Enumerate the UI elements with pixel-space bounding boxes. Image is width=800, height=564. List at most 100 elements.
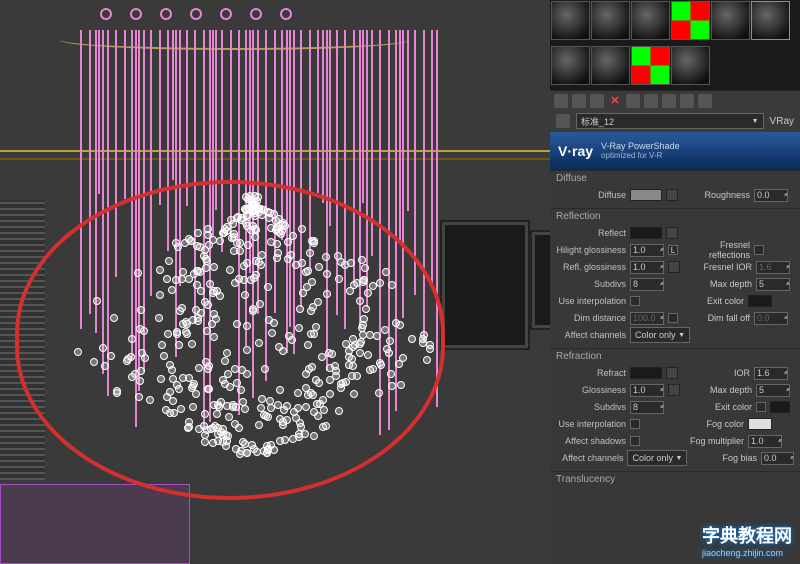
affect-label: Affect channels [556, 453, 623, 463]
material-slot[interactable] [671, 1, 710, 40]
fresnel-ior-label: Fresnel IOR [684, 262, 752, 272]
delete-icon[interactable]: ✕ [608, 94, 622, 108]
fogmult-label: Fog multiplier [676, 436, 744, 446]
section-title: Translucency [556, 474, 794, 485]
affect-combo[interactable]: Color only▼ [630, 327, 690, 343]
vray-banner: V·ray V-Ray PowerShade optimized for V-R [550, 132, 800, 170]
dropper-icon[interactable] [556, 114, 570, 128]
material-slot[interactable] [671, 46, 710, 85]
fogbias-label: Fog bias [691, 453, 757, 463]
diffuse-map-slot[interactable] [666, 189, 678, 201]
diffuse-section: Diffuse Diffuse Roughness 0.0 [550, 170, 800, 208]
lock-checkbox[interactable]: L [668, 245, 678, 255]
exitcolor-label: Exit color [676, 296, 744, 306]
show-map-icon[interactable] [626, 94, 640, 108]
material-slot[interactable] [591, 1, 630, 40]
useinterp-checkbox[interactable] [630, 296, 640, 306]
ior-spinner[interactable]: 1.6 [754, 367, 788, 380]
dimfalloff-label: Dim fall off [682, 313, 750, 323]
reflgloss-label: Refl. glossiness [556, 262, 626, 272]
reflect-map-slot[interactable] [666, 227, 678, 239]
fresnel-ior-spinner[interactable]: 1.6 [756, 261, 790, 274]
useinterp-checkbox[interactable] [630, 419, 640, 429]
material-editor-panel: ✕ 标准_12 ▼ VRay V·ray V-Ray PowerShade op… [550, 0, 800, 564]
slot-icon[interactable] [698, 94, 712, 108]
section-title: Diffuse [556, 173, 794, 184]
assign-icon[interactable] [572, 94, 586, 108]
material-slot[interactable] [711, 1, 750, 40]
ior-label: IOR [682, 368, 750, 378]
material-slot[interactable] [631, 46, 670, 85]
floor-panel [0, 484, 190, 564]
reflection-section: Reflection Reflect Hilight glossiness 1.… [550, 208, 800, 348]
subdivs-label: Subdivs [556, 402, 626, 412]
material-name-row: 标准_12 ▼ VRay [550, 110, 800, 132]
material-slot[interactable] [591, 46, 630, 85]
maxdepth-label: Max depth [684, 385, 752, 395]
exitcolor-swatch[interactable] [748, 295, 772, 307]
dimdist-checkbox[interactable] [668, 313, 678, 323]
reflgloss-spinner[interactable]: 1.0 [630, 261, 664, 274]
refraction-section: Refraction Refract IOR 1.6 Glossiness 1.… [550, 348, 800, 471]
renderer-label: VRay [770, 116, 794, 127]
refract-label: Refract [556, 368, 626, 378]
material-name-combo[interactable]: 标准_12 ▼ [576, 113, 764, 129]
affectshadows-checkbox[interactable] [630, 436, 640, 446]
hilight-label: Hilight glossiness [556, 245, 626, 255]
useinterp-label: Use interpolation [556, 296, 626, 306]
refract-map-slot[interactable] [666, 367, 678, 379]
reflect-swatch[interactable] [630, 227, 662, 239]
exitcolor-swatch[interactable] [770, 401, 790, 413]
affect-label: Affect channels [556, 330, 626, 340]
section-title: Refraction [556, 351, 794, 362]
reflgloss-map-slot[interactable] [668, 261, 680, 273]
maxdepth-spinner[interactable]: 5 [756, 278, 790, 291]
reflect-label: Reflect [556, 228, 626, 238]
picture-frame [530, 230, 550, 330]
subdivs-spinner[interactable]: 8 [630, 401, 664, 414]
annotation-circle [15, 180, 445, 500]
material-name: 标准_12 [581, 115, 614, 128]
material-slot[interactable] [551, 46, 590, 85]
material-toolbar: ✕ [550, 90, 800, 110]
affectshadows-label: Affect shadows [556, 436, 626, 446]
dimdist-label: Dim distance [556, 313, 626, 323]
diffuse-swatch[interactable] [630, 189, 662, 201]
translucency-section: Translucency [550, 471, 800, 492]
gloss-map-slot[interactable] [668, 384, 680, 396]
dimdist-spinner[interactable]: 100.0 [630, 312, 664, 325]
fogbias-spinner[interactable]: 0.0 [761, 452, 794, 465]
fresnel-label: Fresnel reflections [682, 240, 750, 260]
exitcolor-checkbox[interactable] [756, 402, 766, 412]
gloss-label: Glossiness [556, 385, 626, 395]
maxdepth-spinner[interactable]: 5 [756, 384, 790, 397]
fresnel-checkbox[interactable] [754, 245, 764, 255]
subdivs-spinner[interactable]: 8 [630, 278, 664, 291]
reset-icon[interactable] [590, 94, 604, 108]
material-slot-selected[interactable] [751, 1, 790, 40]
roughness-spinner[interactable]: 0.0 [754, 189, 788, 202]
select-by-mat-icon[interactable] [662, 94, 676, 108]
section-title: Reflection [556, 211, 794, 222]
material-slots[interactable] [550, 0, 800, 90]
dimfalloff-spinner[interactable]: 0.0 [754, 312, 788, 325]
vray-title: V-Ray PowerShade [601, 141, 680, 151]
useinterp-label: Use interpolation [556, 419, 626, 429]
fogcolor-label: Fog color [676, 419, 744, 429]
exitcolor-label: Exit color [684, 402, 752, 412]
options-icon[interactable] [644, 94, 658, 108]
dropper-icon[interactable] [554, 94, 568, 108]
vray-logo: V·ray [558, 143, 593, 159]
fogmult-spinner[interactable]: 1.0 [748, 435, 782, 448]
hilight-spinner[interactable]: 1.0 [630, 244, 664, 257]
gloss-spinner[interactable]: 1.0 [630, 384, 664, 397]
fogcolor-swatch[interactable] [748, 418, 772, 430]
vray-subtitle: optimized for V-R [601, 151, 680, 161]
navigator-icon[interactable] [680, 94, 694, 108]
refract-swatch[interactable] [630, 367, 662, 379]
material-slot[interactable] [551, 1, 590, 40]
viewport[interactable] [0, 0, 550, 564]
affect-combo[interactable]: Color only▼ [627, 450, 687, 466]
wireframe-scene [0, 0, 550, 564]
material-slot[interactable] [631, 1, 670, 40]
